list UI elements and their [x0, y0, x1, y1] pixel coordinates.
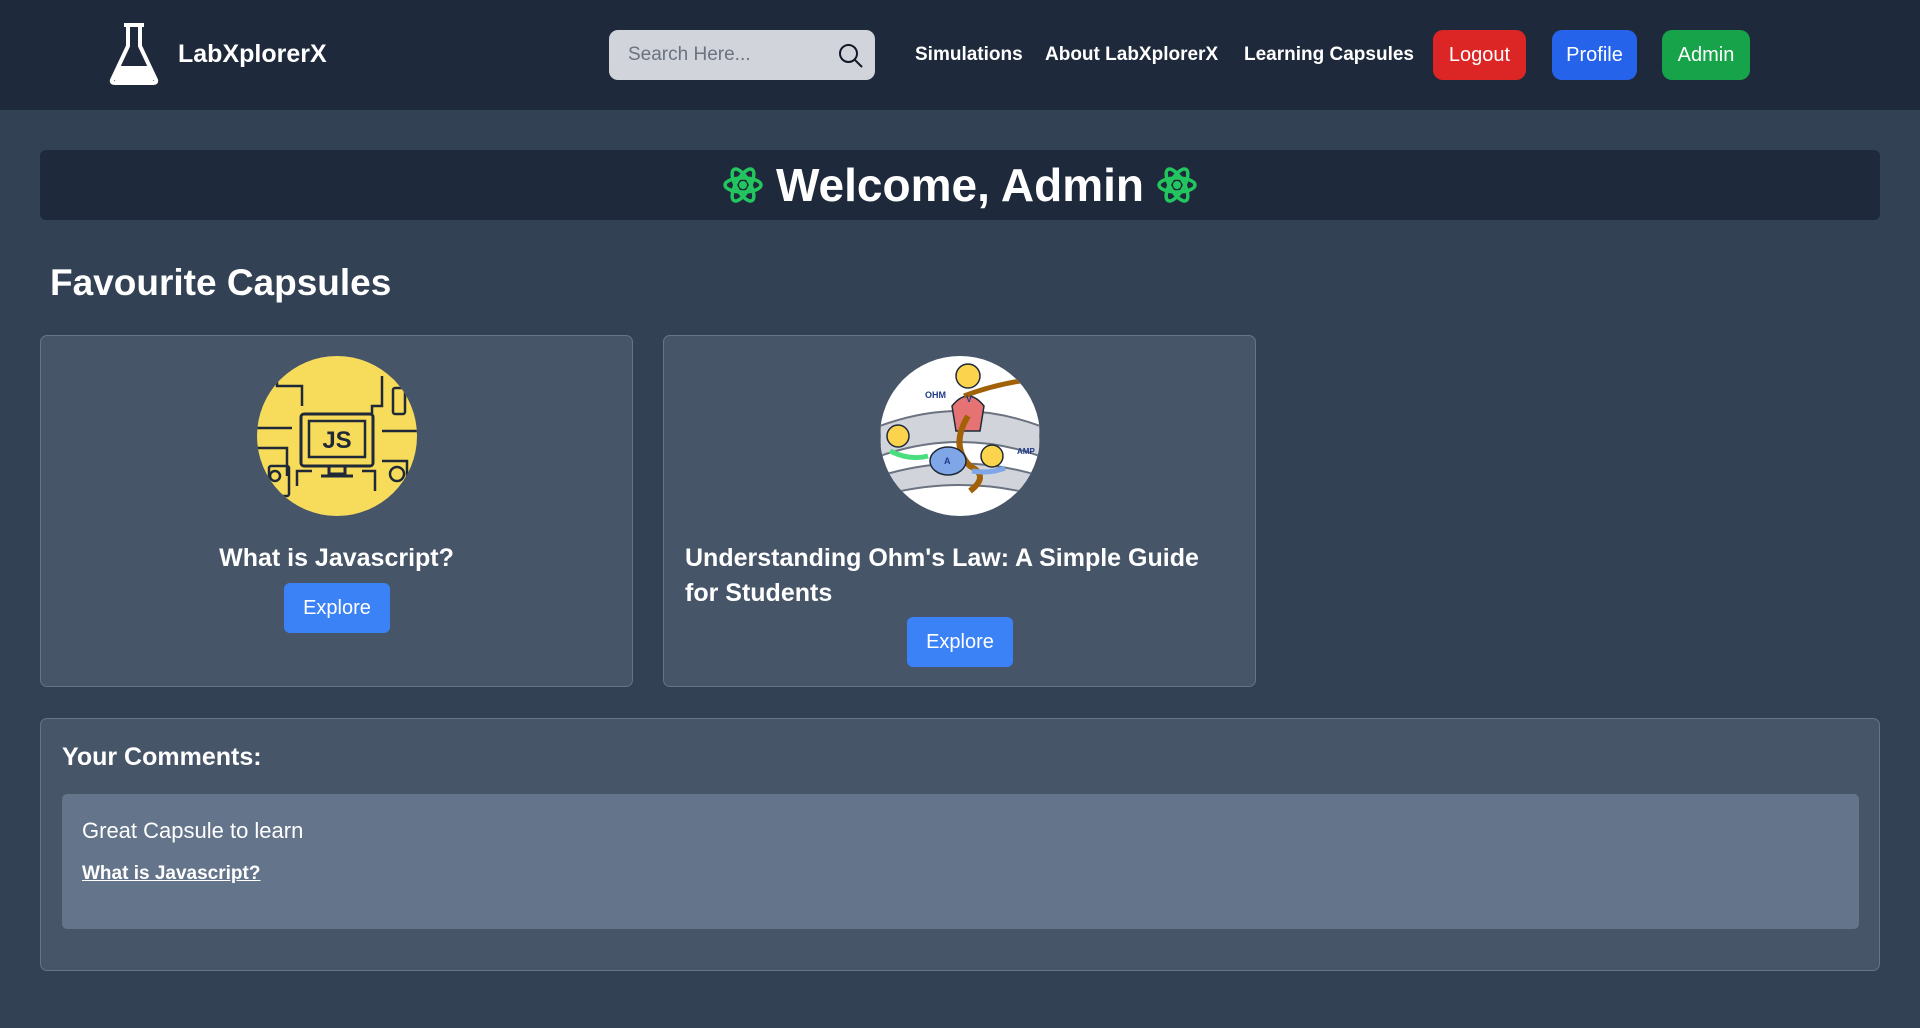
capsule-card: JS What is Javascript? Explore: [40, 335, 633, 687]
search-input[interactable]: [609, 30, 819, 80]
atom-icon: [1157, 167, 1197, 203]
capsule-thumbnail: JS: [256, 356, 417, 516]
nav-link-simulations[interactable]: Simulations: [915, 44, 1023, 66]
comment-capsule-link[interactable]: What is Javascript?: [82, 863, 260, 885]
nav-link-learning-capsules[interactable]: Learning Capsules: [1244, 44, 1414, 66]
capsule-title: Understanding Ohm's Law: A Simple Guide …: [685, 544, 1199, 607]
comments-section: Your Comments: Great Capsule to learn Wh…: [40, 718, 1880, 971]
v-label: V: [966, 394, 972, 404]
amp-label: AMP: [1017, 447, 1035, 456]
logout-button[interactable]: Logout: [1433, 30, 1526, 80]
brand-name[interactable]: LabXplorerX: [178, 40, 327, 69]
javascript-illustration: JS: [256, 356, 417, 516]
welcome-banner: Welcome, Admin: [40, 150, 1880, 220]
search-icon[interactable]: [838, 43, 863, 68]
nav-link-about[interactable]: About LabXplorerX: [1045, 44, 1218, 66]
explore-button[interactable]: Explore: [907, 617, 1013, 667]
comment-item: Great Capsule to learn What is Javascrip…: [62, 794, 1859, 929]
profile-button[interactable]: Profile: [1552, 30, 1637, 80]
ohm-label: OHM: [925, 390, 946, 400]
comment-text: Great Capsule to learn: [82, 818, 304, 843]
ohms-law-illustration: OHM V A AMP: [879, 356, 1040, 516]
admin-button[interactable]: Admin: [1662, 30, 1750, 80]
comments-title: Your Comments:: [62, 743, 262, 771]
capsule-thumbnail: OHM V A AMP: [879, 356, 1040, 516]
a-label: A: [944, 456, 951, 466]
js-label: JS: [322, 427, 351, 454]
welcome-heading: Welcome, Admin: [775, 159, 1145, 211]
flask-icon: [109, 23, 159, 85]
atom-icon: [723, 167, 763, 203]
search-box: [609, 30, 875, 80]
favourites-title: Favourite Capsules: [50, 262, 392, 303]
capsule-title: What is Javascript?: [219, 544, 454, 572]
brand[interactable]: LabXplorerX: [106, 22, 327, 86]
navbar: LabXplorerX Simulations About LabXplorer…: [0, 0, 1920, 110]
capsule-card: OHM V A AMP Understanding Ohm's Law: A S…: [663, 335, 1256, 687]
explore-button[interactable]: Explore: [284, 583, 390, 633]
